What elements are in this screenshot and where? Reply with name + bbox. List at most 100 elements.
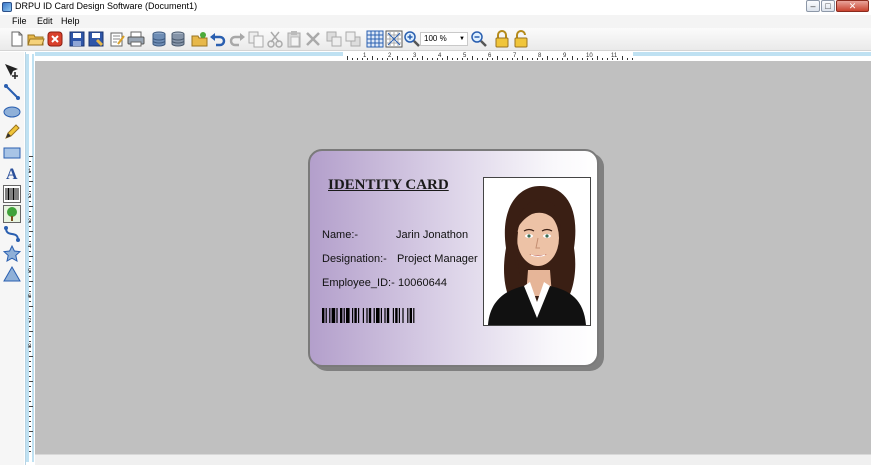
- barcode-bar: [366, 308, 368, 323]
- horizontal-ruler: 1 2 3 4 5 6 7 8 9 10 11: [35, 52, 871, 61]
- select-move-icon[interactable]: [3, 62, 21, 80]
- title-bar: DRPU ID Card Design Software (Document1)…: [0, 0, 871, 15]
- send-backward-icon[interactable]: [344, 30, 362, 48]
- employee-photo[interactable]: [483, 177, 591, 326]
- zoom-select[interactable]: 100 % ▼: [420, 32, 468, 46]
- redo-icon[interactable]: [228, 30, 246, 48]
- curve-icon[interactable]: [3, 225, 21, 243]
- ruler-tick: [29, 186, 31, 187]
- close-window-button[interactable]: ✕: [836, 0, 869, 12]
- zoom-out-icon[interactable]: [470, 30, 488, 48]
- ruler-tick: [622, 56, 623, 60]
- designation-label[interactable]: Designation:-: [322, 253, 387, 265]
- ruler-tick: [29, 411, 31, 412]
- ruler-tick: [487, 58, 488, 60]
- name-label[interactable]: Name:-: [322, 229, 358, 241]
- menu-file[interactable]: File: [12, 16, 27, 26]
- designation-value[interactable]: Project Manager: [397, 253, 478, 265]
- card-title[interactable]: IDENTITY CARD: [328, 177, 449, 194]
- star-icon[interactable]: [3, 245, 21, 263]
- ruler-tick: [29, 161, 31, 162]
- ruler-tick: [617, 58, 618, 60]
- ruler-tick: [367, 58, 368, 60]
- employee-id-label[interactable]: Employee_ID:-: [322, 277, 395, 289]
- zoom-in-icon[interactable]: [403, 30, 421, 48]
- chevron-down-icon[interactable]: ▼: [459, 33, 465, 45]
- ruler-tick: [29, 191, 31, 192]
- ruler-tick: [29, 281, 33, 282]
- portrait-image: [484, 178, 590, 325]
- database-export-icon[interactable]: [150, 30, 168, 48]
- ruler-tick: [517, 58, 518, 60]
- menu-help[interactable]: Help: [61, 16, 80, 26]
- status-bar: [35, 454, 871, 465]
- ruler-number: 1: [363, 53, 367, 59]
- line-icon[interactable]: [3, 83, 21, 101]
- employee-id-value[interactable]: 10060644: [398, 277, 447, 289]
- barcode-bar: [352, 308, 354, 323]
- triangle-icon[interactable]: [3, 265, 21, 283]
- rectangle-icon[interactable]: [3, 144, 21, 162]
- print-icon[interactable]: [127, 30, 145, 48]
- edit-properties-icon[interactable]: [108, 30, 126, 48]
- copy-icon[interactable]: [247, 30, 265, 48]
- picture-icon[interactable]: [3, 205, 21, 223]
- open-folder-icon[interactable]: [27, 30, 45, 48]
- ruler-number: 7: [513, 53, 517, 59]
- ruler-tick: [29, 311, 31, 312]
- ruler-tick: [372, 56, 373, 60]
- ruler-number: 1: [28, 169, 32, 175]
- ruler-tick: [422, 56, 423, 60]
- cut-icon[interactable]: [266, 30, 284, 48]
- ruler-tick: [562, 58, 563, 60]
- barcode-bar: [402, 308, 404, 323]
- pencil-icon[interactable]: [3, 123, 21, 141]
- ruler-tick: [532, 58, 533, 60]
- unlock-icon[interactable]: [512, 30, 530, 48]
- ruler-tick: [29, 376, 31, 377]
- ruler-number: 2: [388, 53, 392, 59]
- ruler-tick: [357, 58, 358, 60]
- database-icon[interactable]: [169, 30, 187, 48]
- new-document-icon[interactable]: [8, 30, 26, 48]
- ruler-tick: [507, 58, 508, 60]
- window-title: DRPU ID Card Design Software (Document1): [15, 1, 198, 11]
- paste-icon[interactable]: [285, 30, 303, 48]
- save-as-icon[interactable]: [87, 30, 105, 48]
- menu-edit[interactable]: Edit: [37, 16, 53, 26]
- card-barcode[interactable]: [322, 308, 454, 323]
- ruler-tick: [447, 56, 448, 60]
- ruler-number: 3: [413, 53, 417, 59]
- minimize-button[interactable]: –: [806, 0, 820, 12]
- ruler-tick: [29, 446, 31, 447]
- delete-icon[interactable]: [304, 30, 322, 48]
- lock-icon[interactable]: [493, 30, 511, 48]
- grid-icon[interactable]: [366, 30, 384, 48]
- ruler-tick: [512, 58, 513, 60]
- maximize-icon: □: [825, 1, 831, 11]
- ellipse-icon[interactable]: [3, 103, 21, 121]
- ruler-tick: [452, 58, 453, 60]
- close-icon[interactable]: [46, 30, 64, 48]
- barcode-icon[interactable]: [3, 185, 21, 203]
- undo-icon[interactable]: [209, 30, 227, 48]
- id-card[interactable]: IDENTITY CARD Name:- Jarin Jonathon Desi…: [308, 149, 599, 367]
- save-icon[interactable]: [68, 30, 86, 48]
- ruler-number: 5: [28, 269, 32, 275]
- barcode-bar: [340, 308, 343, 323]
- ruler-tick: [477, 58, 478, 60]
- bring-forward-icon[interactable]: [325, 30, 343, 48]
- ruler-tick: [29, 391, 31, 392]
- ruler-tick: [29, 426, 31, 427]
- open-image-icon[interactable]: [191, 30, 209, 48]
- ruler-tick: [29, 171, 31, 172]
- ruler-tick: [29, 241, 31, 242]
- ruler-tick: [612, 58, 613, 60]
- ruler-tick: [29, 341, 31, 342]
- name-value[interactable]: Jarin Jonathon: [396, 229, 468, 241]
- ruler-number: 2: [28, 194, 32, 200]
- ruler-tick: [29, 206, 33, 207]
- snap-grid-icon[interactable]: [385, 30, 403, 48]
- maximize-button[interactable]: □: [821, 0, 835, 12]
- text-icon[interactable]: A: [3, 164, 21, 182]
